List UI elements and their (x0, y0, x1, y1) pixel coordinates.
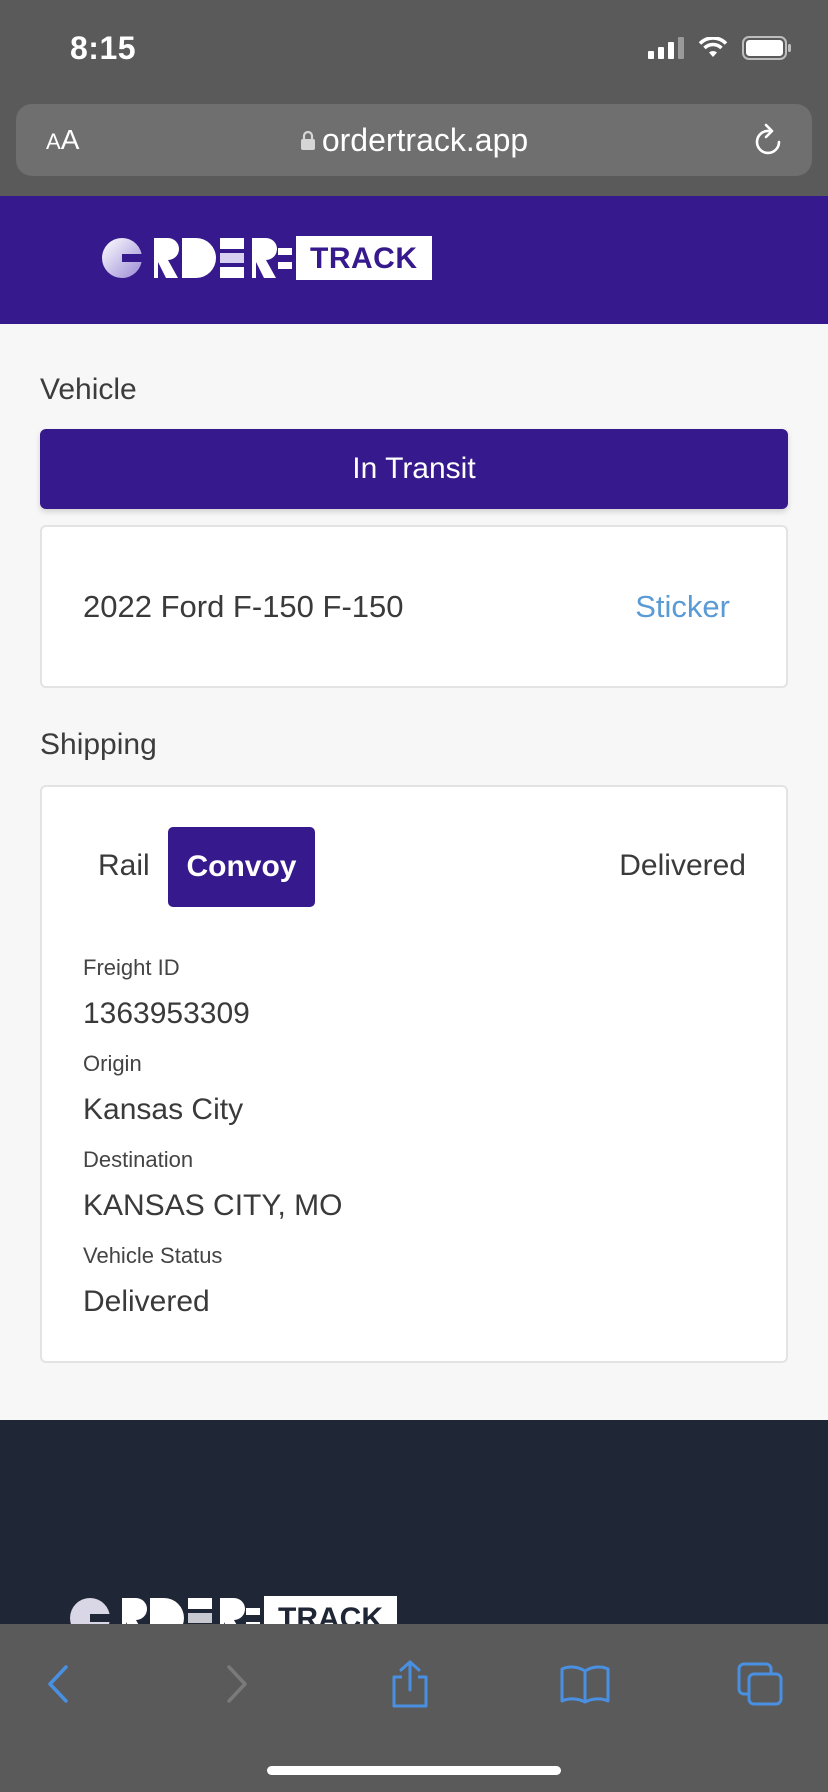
home-indicator[interactable] (267, 1766, 561, 1775)
tabs-button[interactable] (730, 1654, 790, 1714)
bookmarks-icon (560, 1665, 610, 1704)
origin-label: Origin (83, 1051, 142, 1076)
tab-convoy[interactable]: Convoy (168, 827, 315, 907)
signal-icon (648, 37, 684, 59)
site-footer: TRACK (0, 1420, 828, 1630)
forward-icon (227, 1665, 247, 1703)
destination-value: KANSAS CITY, MO (83, 1189, 343, 1222)
logo-badge: TRACK (296, 236, 432, 280)
destination-label: Destination (83, 1147, 194, 1172)
share-button[interactable] (380, 1654, 440, 1714)
address-bar[interactable]: AA ordertrack.app (16, 104, 812, 176)
wifi-icon (698, 37, 728, 57)
url-display[interactable]: ordertrack.app (16, 122, 812, 159)
vehicle-name: 2022 Ford F-150 F-150 (83, 589, 404, 624)
reload-icon[interactable] (752, 122, 786, 158)
status-time: 8:15 (70, 30, 137, 66)
site-header: TRACK (0, 196, 828, 324)
forward-button[interactable] (207, 1654, 267, 1714)
status-icons (648, 36, 792, 60)
share-icon (392, 1660, 428, 1708)
browser-toolbar (0, 1624, 828, 1792)
freight-id-value: 1363953309 (83, 997, 250, 1030)
tab-rail[interactable]: Rail (98, 849, 150, 883)
origin-value: Kansas City (83, 1093, 244, 1126)
bookmarks-button[interactable] (555, 1654, 615, 1714)
lock-icon (300, 130, 315, 150)
ordertrack-logo[interactable]: TRACK (102, 236, 432, 280)
vehicle-section-label: Vehicle (40, 373, 137, 406)
logo-wordmark-icon (102, 238, 292, 278)
tabs-icon (737, 1662, 783, 1706)
status-bar: 8:15 (0, 0, 828, 100)
back-icon (48, 1665, 68, 1703)
back-button[interactable] (28, 1654, 88, 1714)
vehicle-card: 2022 Ford F-150 F-150 Sticker (40, 525, 788, 688)
vehicle-status-banner: In Transit (40, 429, 788, 509)
url-text: ordertrack.app (321, 122, 529, 158)
freight-id-label: Freight ID (83, 955, 180, 980)
shipping-section-label: Shipping (40, 728, 157, 761)
shipping-status: Delivered (619, 849, 746, 882)
vehicle-status-label: Vehicle Status (83, 1243, 223, 1268)
battery-icon (742, 36, 791, 60)
main-content: Vehicle In Transit 2022 Ford F-150 F-150… (0, 324, 828, 1420)
vehicle-status-value: Delivered (83, 1285, 210, 1318)
shipping-card: Rail Convoy Delivered Freight ID 1363953… (40, 785, 788, 1363)
sticker-link[interactable]: Sticker (635, 589, 730, 625)
